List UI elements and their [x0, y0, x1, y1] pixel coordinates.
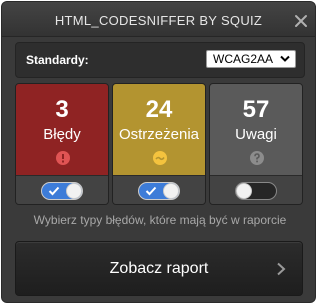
card-notices-body: 57 Uwagi: [210, 84, 302, 175]
toggle-knob: [236, 183, 252, 199]
close-icon[interactable]: [294, 14, 308, 28]
view-report-button[interactable]: Zobacz raport: [15, 241, 303, 296]
card-warnings-footer: [113, 175, 205, 204]
warning-icon: [153, 151, 167, 165]
window-title: HTML_CODESNIFFER BY SQUIZ: [54, 13, 263, 28]
notices-count: 57: [242, 96, 270, 123]
card-notices-footer: [210, 175, 302, 204]
standard-selected-value: WCAG2AA: [213, 52, 274, 66]
title-bar: HTML_CODESNIFFER BY SQUIZ: [2, 2, 315, 37]
view-report-label: Zobacz raport: [109, 260, 209, 277]
card-notices[interactable]: 57 Uwagi: [209, 83, 303, 205]
card-warnings[interactable]: 24 Ostrzeżenia: [112, 83, 206, 205]
errors-label: Błędy: [43, 126, 81, 143]
standard-label: Standardy:: [26, 53, 89, 67]
check-icon: [48, 186, 60, 196]
card-errors-footer: [16, 175, 108, 204]
standard-select[interactable]: WCAG2AA: [206, 50, 296, 68]
warnings-toggle[interactable]: [138, 182, 180, 200]
card-errors[interactable]: 3 Błędy: [15, 83, 109, 205]
errors-count: 3: [55, 96, 69, 123]
notices-toggle[interactable]: [235, 182, 277, 200]
chevron-down-icon: [280, 55, 290, 62]
toggle-knob: [66, 183, 82, 199]
chevron-right-icon: [277, 262, 286, 276]
report-hint: Wybierz typy błędów, które mają być w ra…: [33, 213, 287, 227]
errors-toggle[interactable]: [41, 182, 83, 200]
notices-label: Uwagi: [235, 126, 277, 143]
card-warnings-body: 24 Ostrzeżenia: [113, 84, 205, 175]
sniffer-panel: HTML_CODESNIFFER BY SQUIZ Standardy: WCA…: [2, 2, 315, 302]
warnings-label: Ostrzeżenia: [118, 126, 200, 143]
check-icon: [145, 186, 157, 196]
error-icon: [56, 151, 70, 165]
standard-row: Standardy: WCAG2AA: [15, 42, 305, 78]
notice-icon: [250, 151, 264, 165]
result-cards: 3 Błędy 24 Ostrzeżenia 57 Uwagi: [15, 83, 303, 205]
card-errors-body: 3 Błędy: [16, 84, 108, 175]
toggle-knob: [163, 183, 179, 199]
warnings-count: 24: [145, 96, 173, 123]
